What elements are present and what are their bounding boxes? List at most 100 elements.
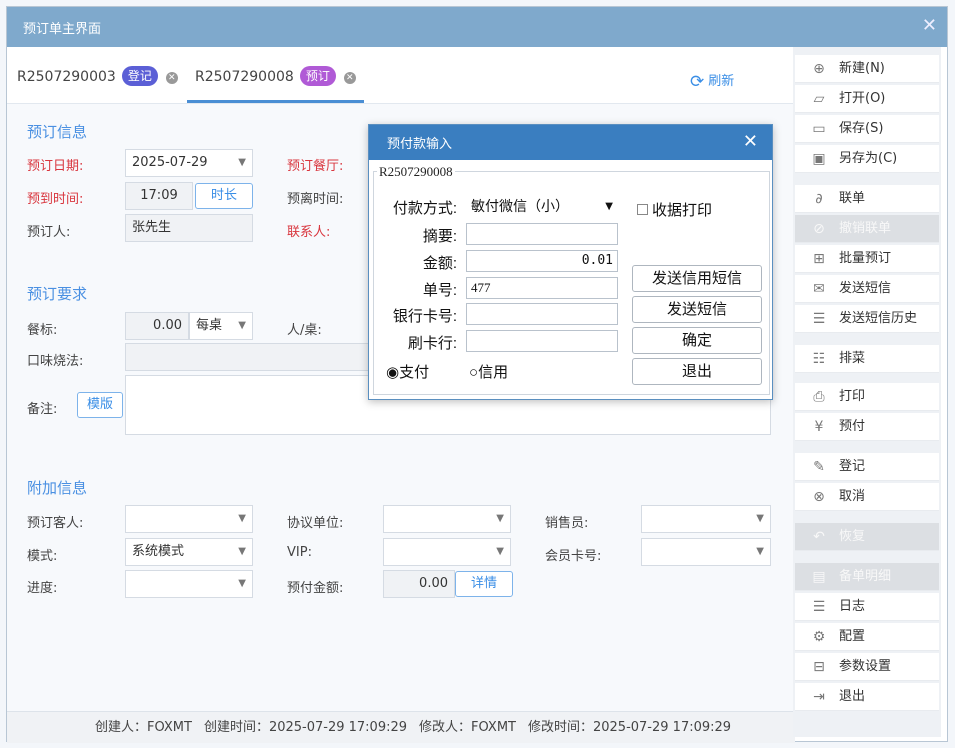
batch-add-icon: ⊞ <box>813 251 825 267</box>
agreement-select[interactable]: ▼ <box>383 505 511 533</box>
sidebar-item-unlink: ⊘ 撤销联单 <box>795 215 939 243</box>
sales-select[interactable]: ▼ <box>641 505 771 533</box>
bank-card-label: 银行卡号: <box>392 308 457 325</box>
chevron-down-icon: ▼ <box>238 578 246 589</box>
refresh-icon: ⟳ <box>690 72 705 92</box>
sidebar-item-save-as[interactable]: ▣ 另存为(C) <box>795 145 939 173</box>
cancel-icon: ⊗ <box>813 489 825 505</box>
sidebar-item-dishes[interactable]: ☷ 排菜 <box>795 345 939 373</box>
status-badge: 预订 <box>299 66 336 86</box>
sidebar-item-label: 撤销联单 <box>839 221 892 236</box>
card-select[interactable]: ▼ <box>641 538 771 566</box>
sidebar-item-print[interactable]: ⎙ 打印 <box>795 383 939 411</box>
active-tab-indicator <box>187 100 364 103</box>
pay-method-label: 付款方式: <box>392 200 457 217</box>
chevron-down-icon: ▼ <box>238 546 246 557</box>
prepay-dialog: 预付款输入 ✕ R2507290008 付款方式: 敏付微信（小） ▼ 收据打印 … <box>368 124 773 400</box>
exit-button[interactable]: 退出 <box>632 358 762 385</box>
send-credit-sms-button[interactable]: 发送信用短信 <box>632 265 762 292</box>
standard-field[interactable]: 0.00 <box>125 312 189 340</box>
tab-r2507290003[interactable]: R2507290003 登记 ✕ <box>17 65 178 89</box>
summary-label: 摘要: <box>422 228 457 245</box>
sidebar-item-new[interactable]: ⊕ 新建(N) <box>795 55 939 83</box>
sidebar-item-open[interactable]: ▱ 打开(O) <box>795 85 939 113</box>
status-badge: 登记 <box>121 66 158 86</box>
refresh-button[interactable]: ⟳ 刷新 <box>690 70 734 92</box>
title-bar: 预订单主界面 ✕ <box>7 7 947 47</box>
card-bank-label: 刷卡行: <box>407 335 457 352</box>
sidebar-item-sms[interactable]: ✉ 发送短信 <box>795 275 939 303</box>
close-icon[interactable]: ✕ <box>922 15 937 36</box>
standard-label: 餐标: <box>27 323 58 338</box>
detail-button[interactable]: 详情 <box>455 571 513 597</box>
sales-label: 销售员: <box>545 516 589 531</box>
ok-button[interactable]: 确定 <box>632 327 762 354</box>
radio-pay[interactable]: ◉支付 <box>386 361 429 382</box>
duration-button[interactable]: 时长 <box>195 183 253 209</box>
sidebar-item-details: ▤ 备单明细 <box>795 563 939 591</box>
taste-field[interactable] <box>125 343 371 371</box>
sidebar-item-batch[interactable]: ⊞ 批量预订 <box>795 245 939 273</box>
date-value: 2025-07-29 <box>132 155 208 170</box>
sidebar-item-sms-history[interactable]: ☰ 发送短信历史 <box>795 305 939 333</box>
sidebar-item-register[interactable]: ✎ 登记 <box>795 453 939 481</box>
amount-input[interactable]: 0.01 <box>466 250 618 272</box>
chevron-down-icon: ▼ <box>238 320 246 331</box>
arrive-time-field[interactable]: 17:09 <box>125 182 193 210</box>
close-icon[interactable]: ✕ <box>343 72 356 84</box>
save-as-icon: ▣ <box>812 151 826 167</box>
save-icon: ▭ <box>812 121 826 137</box>
dialog-title: 预付款输入 <box>387 136 453 151</box>
close-icon[interactable]: ✕ <box>165 72 178 84</box>
mail-icon: ✉ <box>813 281 825 297</box>
sidebar-item-label: 发送短信 <box>839 281 892 296</box>
guest-label: 预订客人: <box>27 516 84 531</box>
sidebar-item-config[interactable]: ⚙ 配置 <box>795 623 939 651</box>
chevron-down-icon: ▼ <box>496 513 504 524</box>
radio-checked-icon: ◉ <box>386 364 400 381</box>
pay-method-select[interactable]: 敏付微信（小） ▼ <box>466 195 618 219</box>
summary-input[interactable] <box>466 223 618 245</box>
booker-field[interactable]: 张先生 <box>125 214 253 242</box>
radio-credit[interactable]: ○信用 <box>469 361 508 382</box>
progress-select[interactable]: ▼ <box>125 570 253 598</box>
sidebar-item-save[interactable]: ▭ 保存(S) <box>795 115 939 143</box>
params-icon: ⊟ <box>813 659 825 675</box>
sidebar-item-link[interactable]: ∂ 联单 <box>795 185 939 213</box>
checkbox-box <box>637 204 648 215</box>
section-extra-info: 附加信息 <box>27 479 88 497</box>
sidebar-item-label: 打印 <box>839 389 866 404</box>
order-no-input[interactable]: 477 <box>466 277 618 299</box>
sidebar-item-params[interactable]: ⊟ 参数设置 <box>795 653 939 681</box>
dialog-title-bar: 预付款输入 ✕ <box>369 125 772 160</box>
standard-unit-select[interactable]: 每桌 ▼ <box>189 312 253 340</box>
sidebar-item-exit[interactable]: ⇥ 退出 <box>795 683 939 711</box>
sidebar-item-prepay[interactable]: ¥ 预付 <box>795 413 939 441</box>
guest-select[interactable]: ▼ <box>125 505 253 533</box>
date-select[interactable]: 2025-07-29 ▼ <box>125 149 253 177</box>
sidebar-item-log[interactable]: ☰ 日志 <box>795 593 939 621</box>
radio-credit-label: 信用 <box>478 364 509 381</box>
pay-method-value: 敏付微信（小） <box>471 199 569 215</box>
chevron-down-icon: ▼ <box>496 546 504 557</box>
sidebar-item-label: 排菜 <box>839 351 866 366</box>
sidebar-item-label: 批量预订 <box>839 251 892 266</box>
template-button[interactable]: 模版 <box>77 392 123 418</box>
vip-select[interactable]: ▼ <box>383 538 511 566</box>
undo-icon: ↶ <box>813 529 825 545</box>
sidebar-item-cancel[interactable]: ⊗ 取消 <box>795 483 939 511</box>
progress-label: 进度: <box>27 581 58 596</box>
tab-r2507290008[interactable]: R2507290008 预订 ✕ <box>195 65 356 89</box>
sidebar-item-label: 日志 <box>839 599 866 614</box>
receipt-print-checkbox[interactable]: 收据打印 <box>637 199 712 220</box>
mode-select[interactable]: 系统模式 ▼ <box>125 538 253 566</box>
window-title: 预订单主界面 <box>23 22 102 37</box>
bank-card-input[interactable] <box>466 303 618 325</box>
sidebar-item-label: 恢复 <box>839 529 866 544</box>
amount-label: 金额: <box>422 255 457 272</box>
close-icon[interactable]: ✕ <box>743 131 758 152</box>
contact-label: 联系人: <box>287 225 331 240</box>
card-bank-input[interactable] <box>466 330 618 352</box>
send-sms-button[interactable]: 发送短信 <box>632 296 762 323</box>
sidebar-item-label: 取消 <box>839 489 866 504</box>
